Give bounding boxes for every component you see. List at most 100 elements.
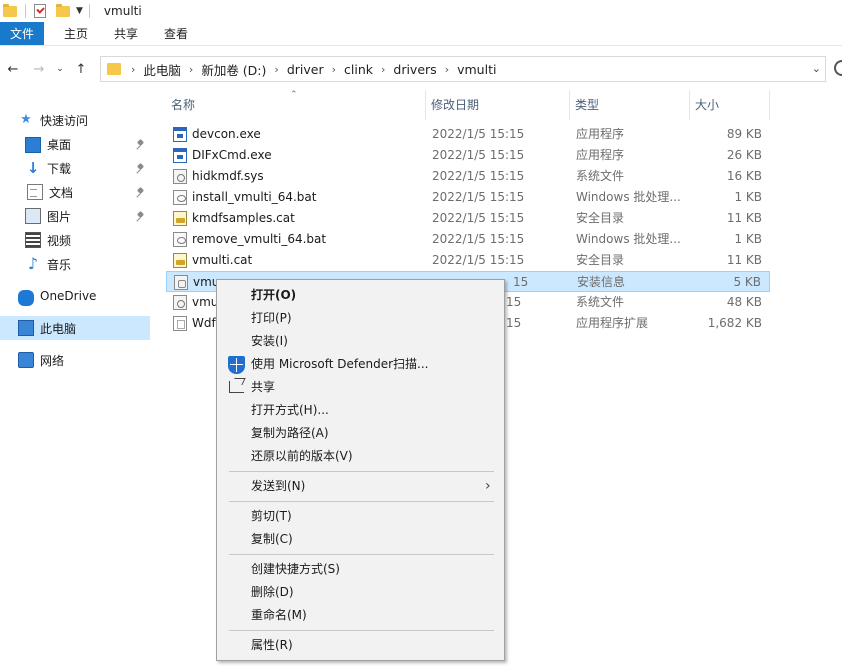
file-type: 安装信息 <box>577 275 626 289</box>
breadcrumb-chevron-icon[interactable]: › <box>445 63 449 76</box>
file-size: 26 KB <box>726 148 762 162</box>
menu-item-open[interactable]: 打开(O) <box>217 284 504 307</box>
file-date: 2022/1/5 15:15 <box>432 169 525 183</box>
tab-home[interactable]: 主页 <box>51 22 101 45</box>
breadcrumb-vmulti[interactable]: vmulti <box>457 62 496 77</box>
pin-icon[interactable] <box>136 212 146 222</box>
sidebar-item-videos[interactable]: 视频 <box>25 229 71 251</box>
menu-item-defender-scan[interactable]: 使用 Microsoft Defender扫描... <box>217 353 504 376</box>
menu-item-send-to[interactable]: 发送到(N) › <box>217 475 504 498</box>
folder-icon <box>107 63 121 75</box>
menu-item-install[interactable]: 安装(I) <box>217 330 504 353</box>
sidebar-item-onedrive[interactable]: OneDrive <box>18 285 96 307</box>
setup-info-icon <box>174 275 188 290</box>
file-name: hidkmdf.sys <box>192 169 264 183</box>
address-history-chevron-icon[interactable]: ⌄ <box>812 62 821 75</box>
sidebar-item-network[interactable]: 网络 <box>18 349 64 371</box>
menu-item-delete[interactable]: 删除(D) <box>217 581 504 604</box>
file-name: install_vmulti_64.bat <box>192 190 317 204</box>
sidebar-item-downloads[interactable]: ↓ 下载 <box>25 157 71 179</box>
file-type: 系统文件 <box>576 295 625 309</box>
menu-divider <box>229 554 494 555</box>
forward-arrow-icon[interactable]: → <box>30 62 48 77</box>
menu-item-properties[interactable]: 属性(R) <box>217 634 504 657</box>
sidebar-item-label: 音乐 <box>47 257 72 272</box>
up-arrow-icon[interactable]: ↑ <box>72 62 90 77</box>
file-size: 1 KB <box>734 232 762 246</box>
breadcrumb-chevron-icon[interactable]: › <box>381 63 385 76</box>
menu-item-open-with[interactable]: 打开方式(H)... <box>217 399 504 422</box>
navigation-bar: ← → ⌄ ↑ › 此电脑 › 新加卷 (D:) › driver › clin… <box>0 54 842 84</box>
column-header-date[interactable]: 修改日期 <box>426 90 570 120</box>
pin-icon[interactable] <box>136 164 146 174</box>
customize-toolbar-chevron-icon[interactable]: ▼ <box>76 0 83 22</box>
breadcrumb-chevron-icon[interactable]: › <box>131 63 135 76</box>
file-type: 应用程序 <box>576 148 625 162</box>
menu-divider <box>229 630 494 631</box>
sidebar-item-music[interactable]: ♪ 音乐 <box>25 253 71 275</box>
file-row[interactable]: vmulti.cat 2022/1/5 15:15 安全目录 11 KB <box>166 250 770 271</box>
menu-item-label: 共享 <box>251 380 276 394</box>
sidebar-item-documents[interactable]: 文档 <box>25 181 73 203</box>
menu-item-print[interactable]: 打印(P) <box>217 307 504 330</box>
sidebar-item-pictures[interactable]: 图片 <box>25 205 71 227</box>
file-type: Windows 批处理... <box>576 232 681 246</box>
tab-share[interactable]: 共享 <box>101 22 151 45</box>
breadcrumb-chevron-icon[interactable]: › <box>332 63 336 76</box>
share-icon <box>229 381 244 393</box>
file-name: vmu <box>192 295 219 309</box>
sidebar-item-quick-access[interactable]: ★ 快速访问 <box>18 109 88 131</box>
exe-icon <box>173 127 187 142</box>
exe-icon <box>173 148 187 163</box>
submenu-chevron-right-icon: › <box>485 478 491 494</box>
breadcrumb-driver[interactable]: driver <box>287 62 324 77</box>
breadcrumb-chevron-icon[interactable]: › <box>274 63 278 76</box>
breadcrumb-this-pc[interactable]: 此电脑 <box>143 60 181 79</box>
pin-icon[interactable] <box>136 140 146 150</box>
address-bar[interactable]: › 此电脑 › 新加卷 (D:) › driver › clink › driv… <box>100 56 826 82</box>
file-size: 16 KB <box>726 169 762 183</box>
sidebar-item-desktop[interactable]: 桌面 <box>25 133 71 155</box>
file-row[interactable]: hidkmdf.sys 2022/1/5 15:15 系统文件 16 KB <box>166 166 770 187</box>
pin-icon[interactable] <box>136 188 146 198</box>
file-row[interactable]: DIFxCmd.exe 2022/1/5 15:15 应用程序 26 KB <box>166 145 770 166</box>
menu-item-cut[interactable]: 剪切(T) <box>217 505 504 528</box>
breadcrumb-drivers[interactable]: drivers <box>393 62 436 77</box>
file-row[interactable]: remove_vmulti_64.bat 2022/1/5 15:15 Wind… <box>166 229 770 250</box>
file-date: 2022/1/5 15:15 <box>432 232 525 246</box>
menu-item-copy-as-path[interactable]: 复制为路径(A) <box>217 422 504 445</box>
breadcrumb-drive-d[interactable]: 新加卷 (D:) <box>201 60 266 79</box>
tab-file[interactable]: 文件 <box>0 22 44 45</box>
back-arrow-icon[interactable]: ← <box>4 62 22 77</box>
column-header-type[interactable]: 类型 <box>570 90 690 120</box>
file-row[interactable]: kmdfsamples.cat 2022/1/5 15:15 安全目录 11 K… <box>166 208 770 229</box>
menu-item-share[interactable]: 共享 <box>217 376 504 399</box>
breadcrumb-clink[interactable]: clink <box>344 62 373 77</box>
menu-item-restore-previous[interactable]: 还原以前的版本(V) <box>217 445 504 468</box>
document-icon <box>27 184 43 200</box>
ribbon-tabs: 文件 主页 共享 查看 <box>0 22 842 46</box>
sidebar-item-this-pc[interactable]: 此电脑 <box>0 316 150 340</box>
menu-item-create-shortcut[interactable]: 创建快捷方式(S) <box>217 558 504 581</box>
file-size: 89 KB <box>726 127 762 141</box>
download-arrow-icon: ↓ <box>26 159 40 177</box>
new-folder-icon[interactable] <box>56 3 70 17</box>
sidebar-item-label: 此电脑 <box>40 321 77 336</box>
properties-icon[interactable] <box>34 4 46 18</box>
menu-item-copy[interactable]: 复制(C) <box>217 528 504 551</box>
tab-view[interactable]: 查看 <box>151 22 201 45</box>
menu-item-rename[interactable]: 重命名(M) <box>217 604 504 627</box>
column-header-size[interactable]: 大小 <box>690 90 770 120</box>
file-type: 应用程序 <box>576 127 625 141</box>
breadcrumb-chevron-icon[interactable]: › <box>189 63 193 76</box>
recent-locations-chevron-icon[interactable]: ⌄ <box>54 64 66 74</box>
file-row[interactable]: install_vmulti_64.bat 2022/1/5 15:15 Win… <box>166 187 770 208</box>
sidebar-item-label: 快速访问 <box>40 113 89 128</box>
music-note-icon: ♪ <box>27 254 39 273</box>
pictures-icon <box>25 208 41 224</box>
file-row[interactable]: devcon.exe 2022/1/5 15:15 应用程序 89 KB <box>166 124 770 145</box>
file-size: 48 KB <box>726 295 762 309</box>
column-header-name[interactable]: 名称 <box>166 90 426 120</box>
menu-divider <box>229 501 494 502</box>
batch-file-icon <box>173 232 187 247</box>
